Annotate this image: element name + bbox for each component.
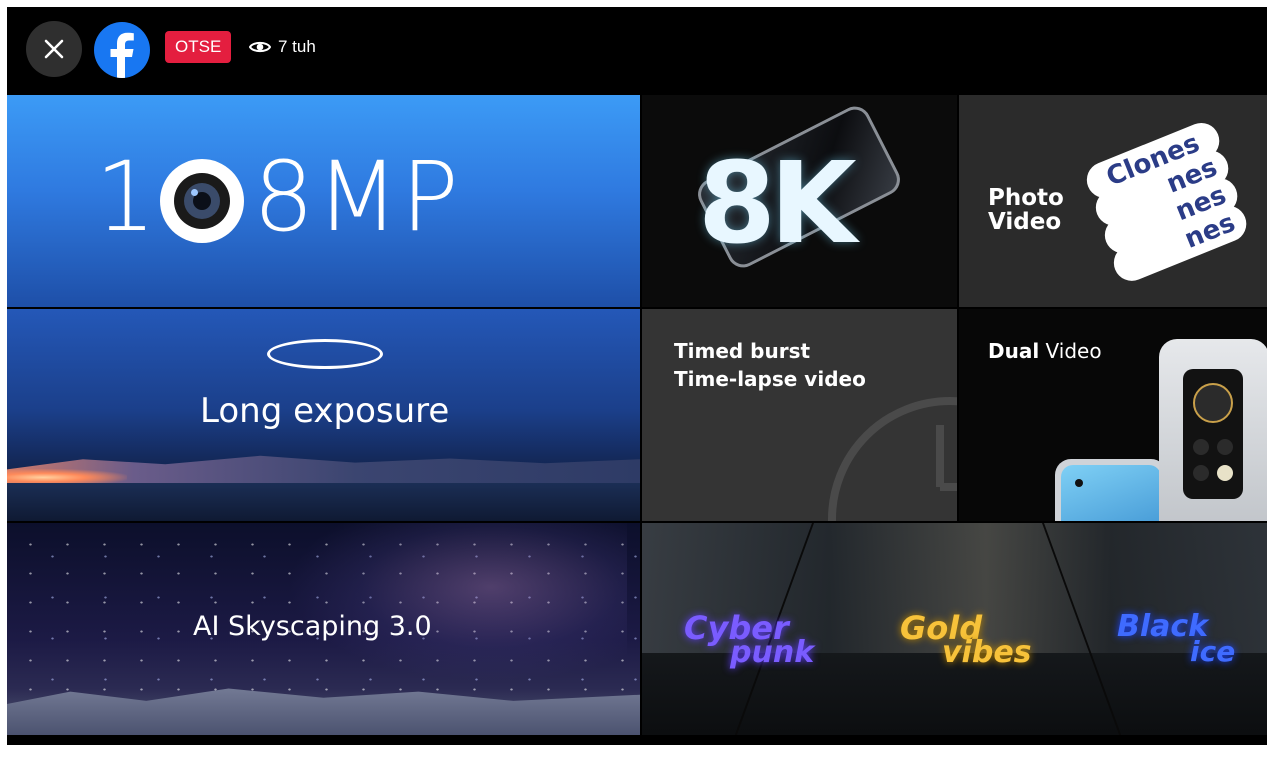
facebook-logo[interactable]: [94, 22, 150, 78]
dual-bold: Dual: [988, 339, 1040, 363]
top-bar: OTSE 7 tuh: [7, 7, 1267, 95]
viewer-count-text: 7 tuh: [278, 37, 316, 56]
mp-text: 8MP: [253, 141, 461, 253]
tile-108mp: 1 8MP: [7, 95, 640, 307]
bottom-strip: [7, 735, 1267, 745]
halo-ring-icon: [267, 339, 383, 369]
live-video-stage: OTSE 7 tuh 1 8MP 8K Photo Video nes nes: [7, 7, 1267, 745]
tile-clones: Photo Video nes nes nes Clones: [959, 95, 1267, 307]
clones-stickers: nes nes nes Clones: [1073, 105, 1267, 307]
tile-ai-skyscaping: AI Skyscaping 3.0: [7, 523, 640, 735]
tile-long-exposure: Long exposure: [7, 309, 640, 521]
tile-filters: Cyber punk Gold vibes Black ice: [642, 523, 1267, 735]
city-lights: [7, 469, 127, 483]
time-lapse-label: Time-lapse video: [674, 367, 866, 391]
eightk-text: 8K: [698, 139, 857, 269]
camera-lens-icon: [160, 159, 244, 243]
milky-way: [287, 523, 627, 683]
long-exposure-label: Long exposure: [200, 391, 450, 431]
eye-icon: [249, 41, 271, 53]
filter-punk: punk: [730, 635, 815, 670]
camera-module: [1183, 369, 1243, 499]
live-badge: OTSE: [165, 31, 232, 63]
tile-8k: 8K: [642, 95, 957, 307]
close-icon: [44, 39, 64, 59]
filter-ice: ice: [1190, 635, 1236, 668]
viewer-count: 7 tuh: [249, 32, 316, 62]
clones-photo: Photo: [988, 185, 1064, 211]
tile-dual-video: Dual Video: [959, 309, 1267, 521]
filter-vibes: vibes: [942, 635, 1032, 670]
water: [7, 483, 640, 521]
mp-digit-one: 1: [95, 141, 157, 253]
clock-icon: [828, 397, 957, 521]
phone-back: [1159, 339, 1267, 521]
close-button[interactable]: [26, 21, 82, 77]
tile-timed-burst: Timed burst Time-lapse video: [642, 309, 957, 521]
phone-front: [1055, 459, 1167, 521]
dual-rest: Video: [1039, 339, 1102, 363]
timed-burst-label: Timed burst: [674, 339, 811, 363]
ai-skyscaping-label: AI Skyscaping 3.0: [193, 611, 432, 642]
dual-video-label: Dual Video: [988, 339, 1102, 363]
clones-video: Video: [988, 209, 1062, 235]
facebook-f-icon: [110, 32, 134, 78]
